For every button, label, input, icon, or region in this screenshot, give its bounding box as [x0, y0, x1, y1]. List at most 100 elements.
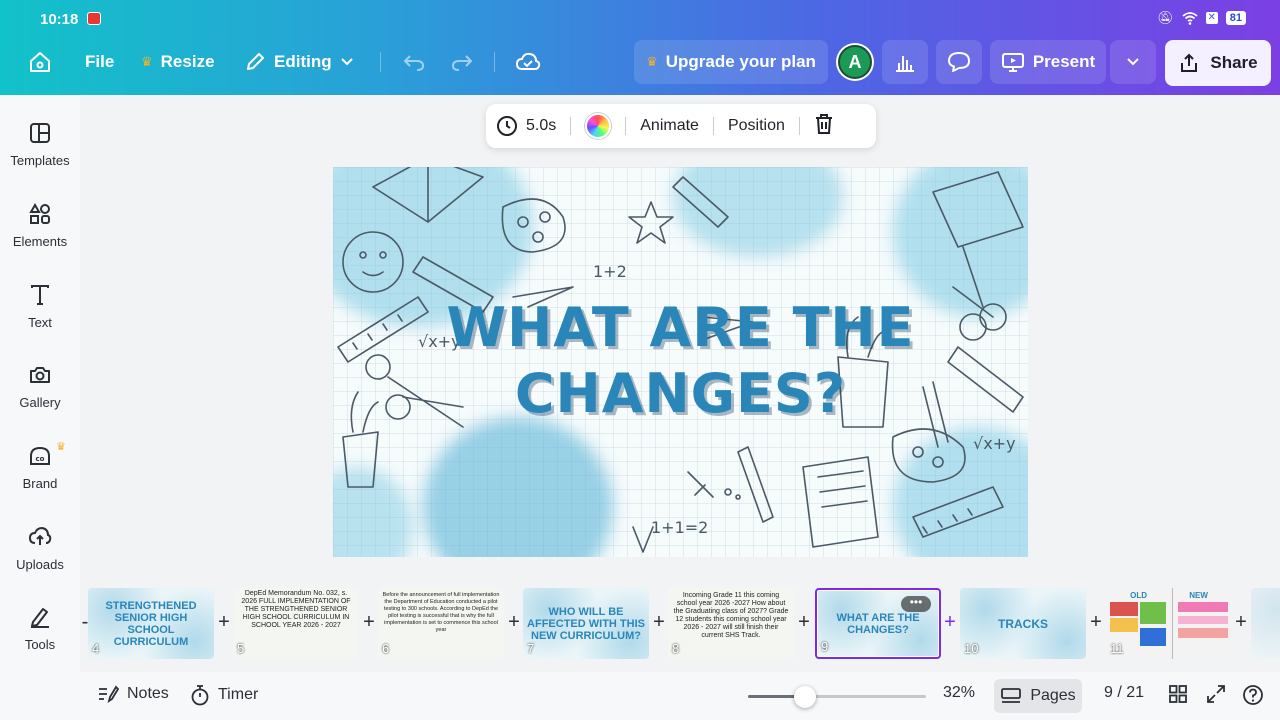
add-page-button[interactable]: + [651, 612, 667, 632]
page-thumbnail-6[interactable]: Before the announcement of full implemen… [378, 588, 504, 659]
mute-icon: 🔕︎ [1157, 10, 1174, 25]
divider [494, 52, 495, 72]
thumbnail-number: 11 [1110, 641, 1124, 656]
page-count: 9 / 21 [1104, 684, 1144, 702]
page-thumbnail-8[interactable]: Incoming Grade 11 this coming school yea… [668, 588, 794, 659]
pencil-icon [247, 53, 264, 70]
chevron-down-icon [1127, 58, 1139, 66]
help-button[interactable] [1242, 684, 1264, 706]
zoom-level[interactable]: 32% [943, 684, 975, 702]
upload-icon [28, 526, 52, 545]
sidebar-item-elements[interactable]: Elements [0, 202, 80, 266]
slide-canvas[interactable]: 1+2 1+1=2 √x+y √x+y WHAT ARE THE CHANGES… [333, 167, 1028, 557]
sidebar-item-templates[interactable]: Templates [0, 121, 80, 185]
resize-label: Resize [160, 52, 215, 71]
file-menu[interactable]: File [85, 44, 114, 80]
top-toolbar: 10:18 🔕︎ ✕ 81 File ♛ Resize Editing ♛ Up… [0, 0, 1280, 95]
wifi-icon [1182, 11, 1198, 25]
add-page-button[interactable]: + [506, 612, 522, 632]
present-options-button[interactable] [1110, 40, 1156, 84]
position-button[interactable]: Position [728, 117, 785, 135]
thumbnail-number: 9 [821, 639, 829, 654]
save-status-button[interactable] [515, 44, 541, 80]
page-filmstrip[interactable]: - STRENGTHENED SENIOR HIGH SCHOOL CURRIC… [80, 580, 1280, 670]
home-icon [30, 52, 50, 72]
page-thumbnail-9-selected[interactable]: WHAT ARE THE CHANGES? ••• 9 [815, 588, 941, 659]
timer-icon [191, 685, 209, 706]
editing-mode-dropdown[interactable]: Editing [244, 44, 354, 80]
sidebar-item-label: Text [28, 315, 52, 330]
templates-icon [30, 123, 50, 143]
crown-icon: ♛ [141, 54, 153, 69]
divider [625, 117, 627, 135]
zoom-slider-handle[interactable] [793, 686, 816, 708]
upgrade-plan-button[interactable]: ♛ Upgrade your plan [634, 40, 828, 84]
add-page-button[interactable]: + [796, 612, 812, 632]
sidebar-item-tools[interactable]: Tools [0, 605, 80, 669]
page-thumbnail-5[interactable]: DepEd Memorandum No. 032, s. 2026 FULL I… [233, 588, 359, 659]
delete-button[interactable] [814, 113, 834, 140]
undo-button[interactable] [402, 44, 426, 80]
thumbnail-number: 8 [672, 641, 680, 656]
page-thumbnail-next[interactable] [1251, 588, 1280, 659]
timer-button[interactable]: Timer [190, 684, 258, 706]
divider [570, 117, 572, 135]
clock-icon [497, 116, 517, 136]
color-picker-button[interactable] [585, 113, 612, 139]
sidebar-item-uploads[interactable]: Uploads [0, 525, 80, 589]
sidebar-item-gallery[interactable]: Gallery [0, 363, 80, 427]
thumbnail-number: 4 [92, 641, 100, 656]
thumbnail-block [1110, 618, 1138, 632]
svg-text:co: co [36, 455, 45, 463]
more-options-button[interactable]: ••• [901, 596, 931, 612]
fullscreen-button[interactable] [1206, 684, 1226, 704]
add-page-button[interactable]: + [942, 612, 958, 632]
bar-chart-icon [896, 56, 914, 72]
home-button[interactable] [28, 44, 52, 80]
slide-title[interactable]: WHAT ARE THE CHANGES? [333, 295, 1028, 427]
add-page-button[interactable]: + [361, 612, 377, 632]
close-box-icon: ✕ [1205, 12, 1218, 24]
sidebar-item-label: Tools [24, 637, 56, 652]
share-button[interactable]: Share [1165, 40, 1271, 86]
crown-icon: ♛ [56, 441, 66, 453]
add-page-button[interactable]: + [1088, 612, 1104, 632]
page-thumbnail-4[interactable]: STRENGTHENED SENIOR HIGH SCHOOL CURRICUL… [88, 588, 214, 659]
present-button[interactable]: Present [990, 40, 1106, 84]
add-page-button[interactable]: + [216, 612, 232, 632]
sidebar-item-text[interactable]: Text [0, 283, 80, 347]
thumbnail-number: 6 [382, 641, 390, 656]
present-icon [1001, 53, 1024, 72]
notes-button[interactable]: Notes [97, 684, 169, 704]
divider [712, 117, 714, 135]
grid-view-button[interactable] [1168, 684, 1188, 704]
pages-label: Pages [1030, 687, 1076, 704]
thumbnail-block [1110, 602, 1138, 616]
comments-button[interactable] [936, 40, 982, 84]
redo-button[interactable] [450, 44, 474, 80]
add-page-button[interactable]: + [1233, 612, 1249, 632]
page-thumbnail-11[interactable]: OLD NEW 11 [1106, 588, 1232, 659]
thumbnail-title: WHO WILL BE AFFECTED WITH THIS NEW CURRI… [527, 605, 645, 642]
resize-button[interactable]: ♛ Resize [141, 44, 215, 80]
thumbnail-title: WHAT ARE THE CHANGES? [836, 611, 920, 636]
brand-icon: co [30, 446, 50, 465]
tools-icon [31, 608, 49, 628]
upgrade-label: Upgrade your plan [665, 52, 816, 71]
crown-icon: ♛ [646, 54, 658, 69]
insights-button[interactable] [882, 40, 928, 84]
avatar-initial: A [848, 51, 862, 72]
pages-button[interactable]: Pages [994, 679, 1082, 713]
page-thumbnail-10[interactable]: TRACKS 10 [960, 588, 1086, 659]
sidebar-item-brand[interactable]: ♛ co Brand [0, 441, 80, 508]
doodle-text: √x+y [973, 434, 1016, 453]
zoom-slider[interactable] [748, 686, 926, 708]
duration-button[interactable]: 5.0s [496, 115, 556, 137]
text-icon [31, 285, 49, 305]
avatar[interactable]: A [838, 45, 872, 79]
thumbnail-block [1178, 628, 1228, 638]
page-thumbnail-7[interactable]: WHO WILL BE AFFECTED WITH THIS NEW CURRI… [523, 588, 649, 659]
status-time: 10:18 [40, 11, 79, 28]
comment-icon [948, 52, 970, 72]
animate-button[interactable]: Animate [640, 117, 699, 135]
